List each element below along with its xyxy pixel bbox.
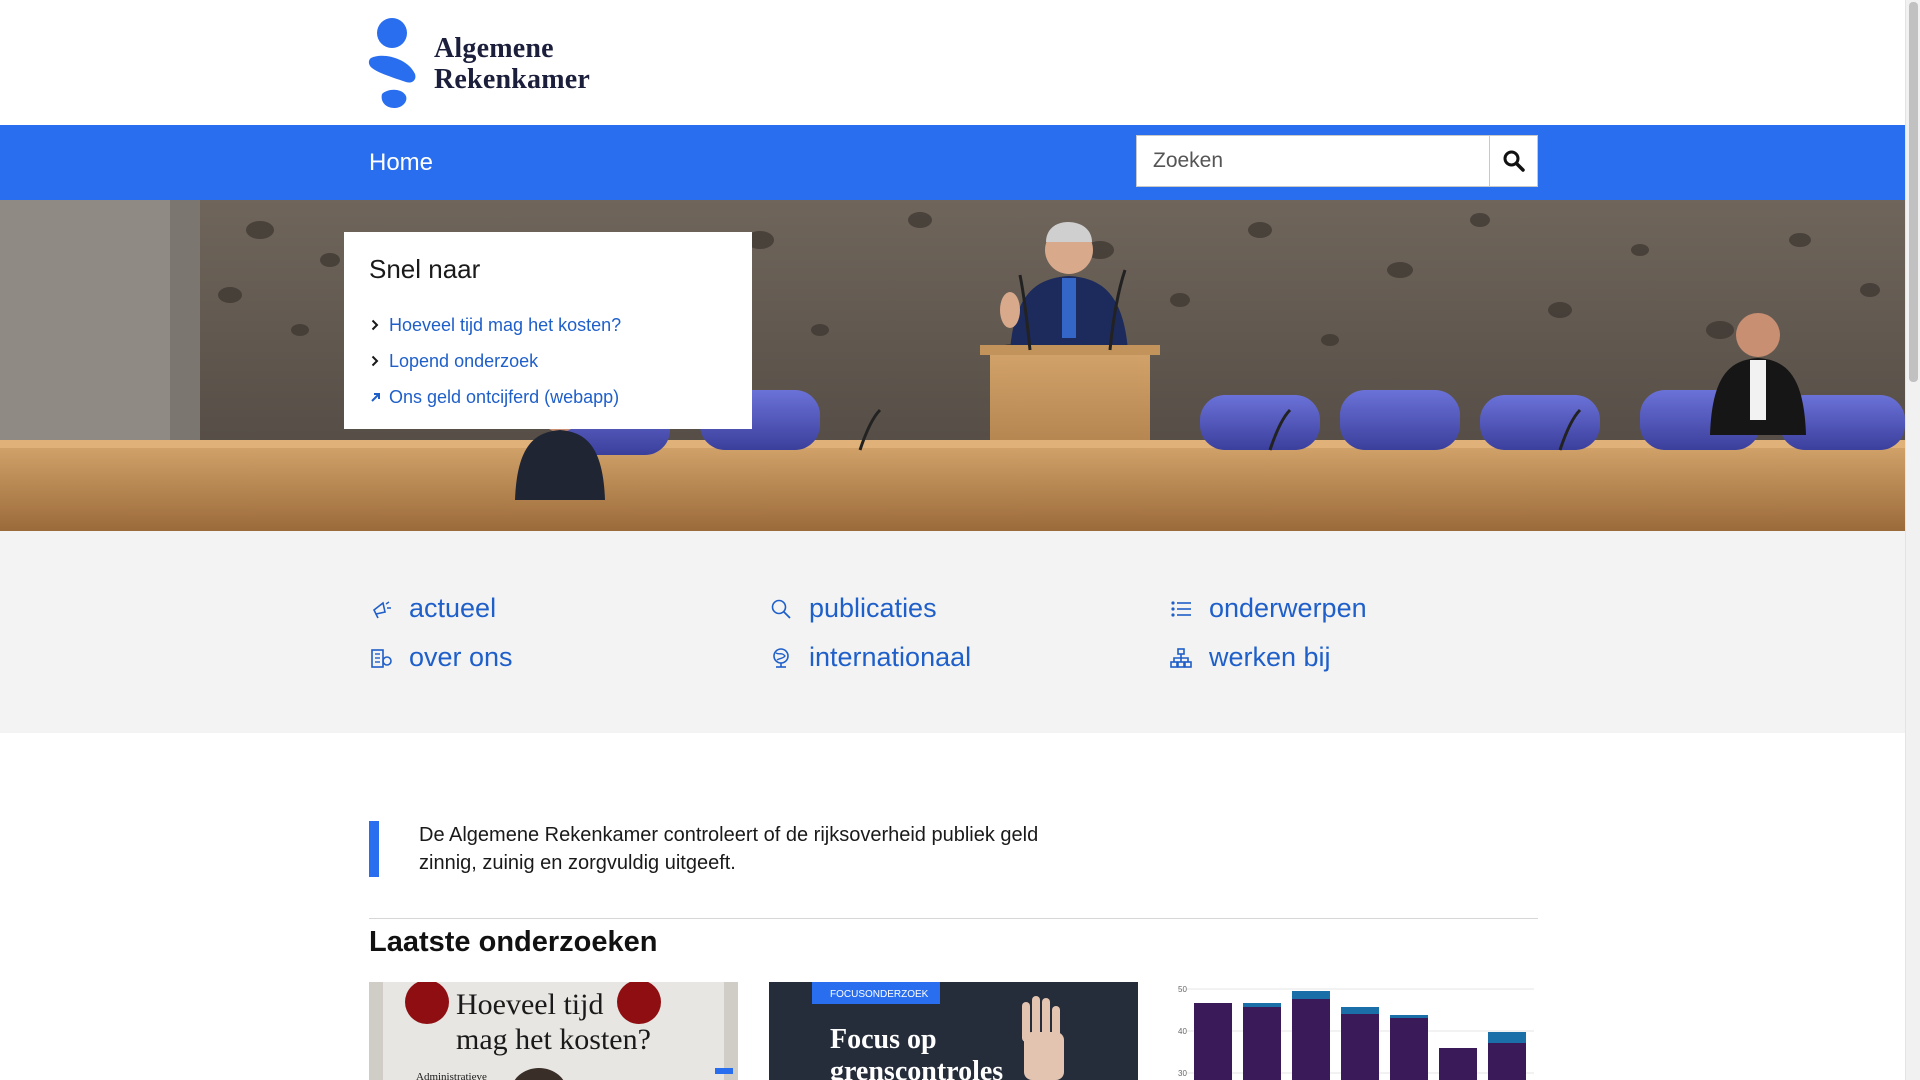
logo-line-2: Rekenkamer bbox=[434, 64, 590, 95]
category-label: internationaal bbox=[809, 642, 972, 672]
research-card-1-image: Hoeveel tijd mag het kosten? Administrat… bbox=[369, 982, 738, 1080]
chevron-right-icon bbox=[369, 319, 381, 331]
category-label: onderwerpen bbox=[1209, 593, 1367, 623]
megaphone-icon bbox=[369, 597, 393, 621]
research-card-3[interactable]: 50 40 30 bbox=[1169, 982, 1538, 1080]
category-label: over ons bbox=[409, 642, 513, 672]
card-3-axis-label: 50 bbox=[1178, 985, 1187, 994]
quick-link-hoeveel-tijd[interactable]: Hoeveel tijd mag het kosten? bbox=[389, 315, 621, 336]
hero-image bbox=[0, 200, 1905, 531]
category-label: publicaties bbox=[809, 593, 937, 623]
vertical-scrollbar[interactable] bbox=[1905, 0, 1920, 1080]
card-1-subtext: Administratieve bbox=[416, 1071, 487, 1080]
chevron-right-icon bbox=[369, 355, 381, 367]
card-2-headline-line-2: grenscontroles bbox=[830, 1056, 1003, 1080]
quick-links-panel: Snel naar Hoeveel tijd mag het kosten? L… bbox=[344, 232, 752, 429]
magnifier-icon bbox=[1503, 150, 1525, 172]
category-internationaal[interactable]: internationaal bbox=[769, 642, 971, 673]
nav-home-link[interactable]: Home bbox=[369, 125, 433, 200]
category-publicaties[interactable]: publicaties bbox=[769, 593, 937, 624]
quick-link-ons-geld-ontcijferd[interactable]: Ons geld ontcijferd (webapp) bbox=[389, 387, 619, 408]
logo-mark-icon bbox=[368, 18, 416, 108]
search-input[interactable] bbox=[1136, 135, 1489, 187]
site-logo[interactable]: Algemene Rekenkamer bbox=[368, 16, 608, 112]
category-onderwerpen[interactable]: onderwerpen bbox=[1169, 593, 1367, 624]
search-icon bbox=[769, 597, 793, 621]
globe-icon bbox=[769, 646, 793, 670]
main-navigation: Home bbox=[0, 125, 1905, 200]
research-card-2-image: FOCUSONDERZOEK Focus op grenscontroles bbox=[769, 982, 1138, 1080]
card-1-headline-line-2: mag het kosten? bbox=[456, 1023, 651, 1056]
category-actueel[interactable]: actueel bbox=[369, 593, 496, 624]
quick-link-item[interactable]: Hoeveel tijd mag het kosten? bbox=[369, 307, 727, 343]
intro-text: De Algemene Rekenkamer controleert of de… bbox=[419, 824, 1039, 874]
quick-link-item[interactable]: Ons geld ontcijferd (webapp) bbox=[369, 379, 727, 415]
category-label: actueel bbox=[409, 593, 497, 623]
category-werken-bij[interactable]: werken bij bbox=[1169, 642, 1331, 673]
intro-statement: De Algemene Rekenkamer controleert of de… bbox=[369, 821, 1089, 877]
category-over-ons[interactable]: over ons bbox=[369, 642, 513, 673]
org-chart-icon bbox=[1169, 646, 1193, 670]
research-card-1[interactable]: Hoeveel tijd mag het kosten? Administrat… bbox=[369, 982, 738, 1080]
quick-link-item[interactable]: Lopend onderzoek bbox=[369, 343, 727, 379]
card-2-headline-line-1: Focus op bbox=[830, 1024, 937, 1055]
search-form bbox=[1136, 135, 1538, 187]
hero-parliament-illustration bbox=[0, 200, 1905, 531]
card-2-tag: FOCUSONDERZOEK bbox=[830, 989, 929, 1000]
intro-accent-bar bbox=[369, 821, 379, 877]
logo-wordmark: Algemene Rekenkamer bbox=[434, 33, 590, 95]
research-card-3-chart-image: 50 40 30 bbox=[1169, 982, 1538, 1080]
card-3-axis-label: 30 bbox=[1178, 1069, 1187, 1078]
site-header: Algemene Rekenkamer bbox=[0, 0, 1905, 125]
card-1-headline-line-1: Hoeveel tijd bbox=[456, 988, 603, 1021]
building-icon bbox=[369, 646, 393, 670]
category-label: werken bij bbox=[1209, 642, 1331, 672]
search-button[interactable] bbox=[1489, 135, 1538, 187]
card-3-axis-label: 40 bbox=[1178, 1027, 1187, 1036]
page: Algemene Rekenkamer Home Zoeken Snel naa… bbox=[0, 0, 1905, 1080]
logo-line-1: Algemene bbox=[434, 33, 554, 64]
external-arrow-icon bbox=[369, 392, 381, 403]
quick-link-lopend-onderzoek[interactable]: Lopend onderzoek bbox=[389, 351, 538, 372]
list-icon bbox=[1169, 597, 1193, 621]
section-divider bbox=[369, 918, 1538, 919]
category-navigation: actueel publicaties onderwerpen over ons… bbox=[0, 531, 1905, 733]
latest-research-title: Laatste onderzoeken bbox=[369, 926, 658, 958]
research-card-2[interactable]: FOCUSONDERZOEK Focus op grenscontroles bbox=[769, 982, 1138, 1080]
quick-links-list: Hoeveel tijd mag het kosten? Lopend onde… bbox=[369, 307, 727, 415]
scrollbar-thumb[interactable] bbox=[1909, 2, 1918, 382]
quick-links-title: Snel naar bbox=[369, 254, 481, 284]
